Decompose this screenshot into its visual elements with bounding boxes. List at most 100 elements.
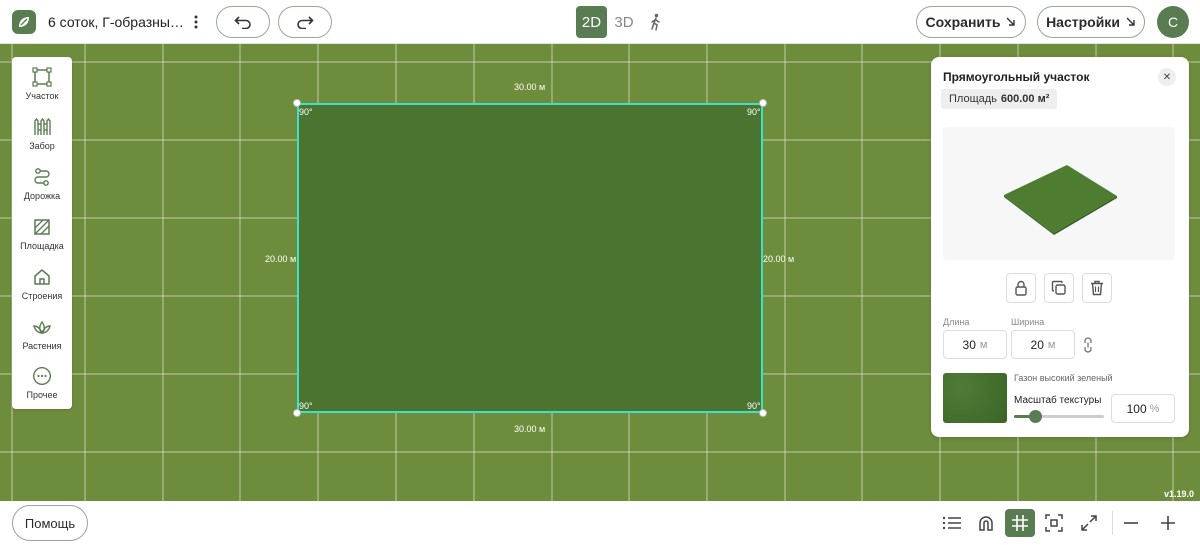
divider [1112, 511, 1113, 535]
plot-3d-preview [943, 127, 1175, 260]
plot-rectangle[interactable] [297, 103, 763, 413]
angle-label: 90° [299, 401, 313, 411]
settings-button[interactable]: Настройки [1037, 6, 1145, 38]
version-label: v1.19.0 [1164, 489, 1195, 499]
link-proportions-icon[interactable] [1082, 337, 1094, 353]
width-value: 20 [1030, 337, 1044, 352]
area-value: 600.00 м² [1000, 93, 1050, 105]
redo-button[interactable] [278, 6, 332, 38]
arrow-down-right-icon [1126, 17, 1135, 26]
arrow-down-right-icon [1006, 17, 1016, 26]
tool-plot[interactable]: Участок [12, 65, 72, 113]
tool-label: Забор [29, 141, 55, 151]
texture-scale-label: Масштаб текстуры [1014, 395, 1102, 406]
fit-view-button[interactable] [1039, 509, 1069, 537]
bottom-bar: Помощь [0, 501, 1200, 545]
angle-label: 90° [299, 107, 313, 117]
undo-button[interactable] [216, 6, 270, 38]
bottom-dimension-label: 30.00 м [514, 424, 546, 434]
house-icon [34, 269, 50, 285]
length-input[interactable]: 30 м [943, 330, 1007, 359]
plus-icon [1161, 516, 1175, 530]
tool-label: Прочее [26, 390, 58, 400]
settings-label: Настройки [1046, 14, 1120, 30]
left-dimension-label: 20.00 м [265, 254, 297, 264]
texture-scale-input[interactable]: 100 % [1111, 394, 1175, 423]
texture-swatch[interactable] [943, 373, 1007, 423]
texture-scale-unit: % [1149, 402, 1160, 415]
tool-label: Строения [21, 291, 63, 301]
tool-label: Площадка [20, 241, 64, 251]
top-bar: 6 соток, Г-образны… 2D 3D Сохранить Наст… [0, 0, 1200, 44]
minus-icon [1124, 522, 1138, 524]
plant-icon [33, 320, 51, 334]
tool-fence[interactable]: Забор [12, 115, 72, 163]
grid-toggle-button[interactable] [1005, 509, 1035, 537]
width-label: Ширина [1011, 317, 1045, 327]
length-label: Длина [943, 317, 970, 327]
lock-button[interactable] [1006, 273, 1036, 303]
close-icon[interactable]: ✕ [1158, 68, 1176, 86]
fullscreen-button[interactable] [1074, 509, 1104, 537]
area-icon [34, 219, 50, 235]
trash-icon [1091, 280, 1103, 296]
tools-panel: Участок Забор Дорожка Площадка Строения … [12, 57, 72, 409]
help-button[interactable]: Помощь [12, 505, 88, 541]
tool-buildings[interactable]: Строения [12, 265, 72, 313]
path-icon [34, 168, 50, 186]
area-badge: Площадь 600.00 м² [941, 89, 1058, 109]
copy-icon [1051, 280, 1066, 295]
tool-label: Растения [22, 341, 62, 351]
angle-label: 90° [747, 401, 761, 411]
fence-icon [34, 117, 51, 135]
project-title[interactable]: 6 соток, Г-образны… [48, 14, 184, 30]
layers-list-button[interactable] [937, 509, 967, 537]
area-label: Площадь [949, 93, 997, 105]
plot-vertex[interactable] [293, 99, 301, 107]
mode-3d-button[interactable]: 3D [612, 6, 636, 38]
more-icon [32, 366, 52, 386]
panel-title: Прямоугольный участок [943, 70, 1090, 84]
angle-label: 90° [747, 107, 761, 117]
tool-label: Участок [25, 91, 59, 101]
right-dimension-label: 20.00 м [763, 254, 795, 264]
mode-2d-button[interactable]: 2D [576, 6, 607, 38]
save-label: Сохранить [925, 14, 1001, 30]
tool-other[interactable]: Прочее [12, 364, 72, 412]
plot-preview-shape [1004, 165, 1117, 235]
tool-path[interactable]: Дорожка [12, 165, 72, 213]
duplicate-button[interactable] [1044, 273, 1074, 303]
magnet-icon [979, 516, 993, 531]
zoom-out-button[interactable] [1116, 509, 1146, 537]
redo-icon [297, 16, 314, 29]
focus-icon [1045, 514, 1063, 532]
project-menu-icon[interactable] [190, 12, 202, 32]
length-unit: м [979, 338, 988, 351]
leaf-logo-icon [19, 17, 29, 27]
expand-icon [1081, 515, 1097, 531]
texture-scale-value: 100 [1126, 401, 1147, 416]
user-avatar[interactable]: С [1157, 6, 1189, 38]
slider-thumb[interactable] [1028, 410, 1042, 423]
tool-plants[interactable]: Растения [12, 315, 72, 363]
properties-panel: Прямоугольный участок ✕ Площадь 600.00 м… [931, 57, 1189, 437]
plot-vertex[interactable] [759, 99, 767, 107]
walk-mode-icon[interactable] [646, 12, 666, 32]
snap-button[interactable] [971, 509, 1001, 537]
list-icon [942, 516, 961, 530]
app-logo[interactable] [12, 10, 36, 34]
length-value: 30 [962, 337, 976, 352]
grid-icon [1012, 515, 1028, 531]
width-unit: м [1047, 338, 1056, 351]
texture-name: Газон высокий зеленый [1014, 373, 1113, 383]
lock-icon [1015, 280, 1027, 296]
width-input[interactable]: 20 м [1011, 330, 1075, 359]
top-dimension-label: 30.00 м [514, 82, 546, 92]
undo-icon [234, 16, 251, 29]
texture-scale-slider[interactable] [1014, 410, 1104, 423]
delete-button[interactable] [1082, 273, 1112, 303]
tool-area[interactable]: Площадка [12, 215, 72, 263]
save-button[interactable]: Сохранить [916, 6, 1026, 38]
tool-label: Дорожка [23, 191, 61, 201]
zoom-in-button[interactable] [1153, 509, 1183, 537]
